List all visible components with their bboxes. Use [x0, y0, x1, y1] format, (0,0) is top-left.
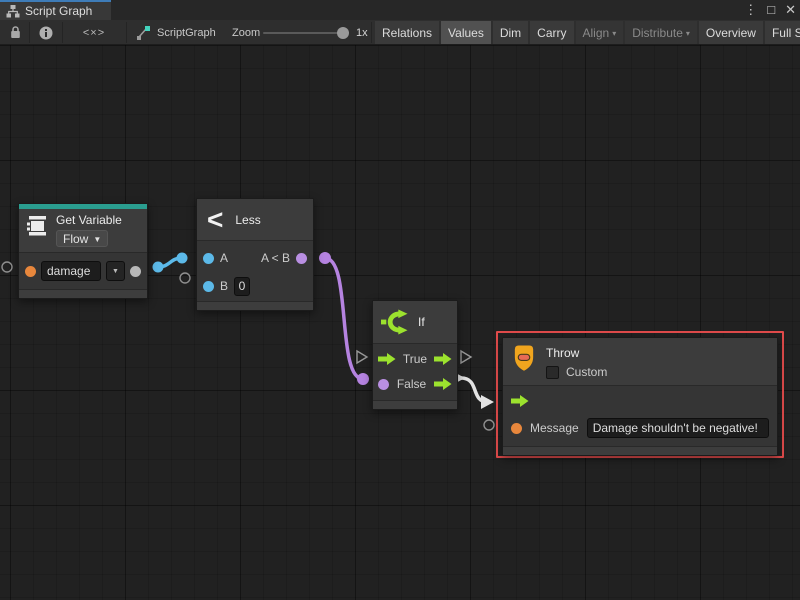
- custom-label: Custom: [566, 365, 607, 379]
- node-title: Less: [235, 213, 260, 227]
- graph-canvas[interactable]: Get Variable Flow ▼ ▼ <: [0, 45, 800, 600]
- node-footer: [19, 289, 147, 298]
- node-less[interactable]: < Less A A < B B 0: [196, 198, 314, 311]
- message-input[interactable]: [587, 418, 769, 438]
- lock-button[interactable]: [2, 20, 28, 45]
- tab-script-graph[interactable]: Script Graph: [0, 0, 111, 20]
- code-icon: <×>: [83, 27, 105, 39]
- relations-button[interactable]: Relations: [375, 21, 439, 44]
- tab-label: Script Graph: [25, 4, 92, 18]
- variable-name-port[interactable]: [25, 266, 36, 277]
- unconnected-port-indicator: [484, 420, 494, 430]
- node-get-variable[interactable]: Get Variable Flow ▼ ▼: [18, 203, 148, 299]
- variable-row: ▼: [19, 253, 147, 289]
- close-icon[interactable]: ✕: [785, 0, 796, 20]
- node-title: If: [418, 315, 425, 329]
- zoom-value: 1x: [356, 20, 368, 45]
- exception-shield-icon: [511, 344, 537, 373]
- carry-button[interactable]: Carry: [530, 21, 573, 44]
- custom-checkbox[interactable]: [546, 366, 559, 379]
- less-than-icon: <: [207, 208, 223, 232]
- script-graph-window: Script Graph ⋮ □ ✕ <×>: [0, 0, 800, 600]
- flow-input-port[interactable]: [511, 395, 529, 407]
- port-row-true: True: [378, 349, 452, 369]
- dim-button[interactable]: Dim: [493, 21, 528, 44]
- flow-input-port[interactable]: [378, 353, 396, 365]
- node-footer: [197, 301, 313, 310]
- port-row-a: A A < B: [203, 247, 307, 269]
- wire-damage-to-a[interactable]: [158, 258, 182, 267]
- selection-outline: Throw Custom Mess: [496, 331, 784, 458]
- graph-name: ScriptGraph: [157, 27, 216, 39]
- chevron-down-icon: ▾: [686, 29, 690, 38]
- dropdown-arrow-icon: ▼: [112, 268, 119, 275]
- zoom-slider-handle[interactable]: [337, 27, 349, 39]
- variable-scope-dropdown[interactable]: Flow ▼: [56, 230, 108, 247]
- message-input-port[interactable]: [511, 423, 522, 434]
- port-row-false: False: [378, 374, 452, 394]
- node-throw[interactable]: Throw Custom Mess: [502, 337, 778, 456]
- branch-icon: [381, 309, 408, 335]
- lock-icon: [10, 26, 21, 39]
- align-button[interactable]: Align ▾: [576, 21, 624, 44]
- window-menu-icon[interactable]: ⋮: [744, 0, 757, 20]
- wire-less-to-if[interactable]: [325, 258, 363, 379]
- node-title: Get Variable: [56, 213, 122, 227]
- values-button[interactable]: Values: [441, 21, 491, 44]
- input-b-value[interactable]: 0: [234, 277, 250, 296]
- distribute-button[interactable]: Distribute ▾: [625, 21, 697, 44]
- variable-value-output-port[interactable]: [130, 266, 141, 277]
- toolbar-toggle-group: Relations Values Dim Carry Align ▾ Distr…: [375, 21, 800, 44]
- zoom-slider[interactable]: [263, 32, 346, 34]
- port-row-flow: [511, 393, 769, 409]
- title-bar: Script Graph ⋮ □ ✕: [0, 0, 800, 20]
- graph-breadcrumb[interactable]: ScriptGraph: [136, 20, 216, 45]
- variable-name-input[interactable]: [41, 261, 101, 281]
- wire-if-to-throw[interactable]: [461, 378, 488, 402]
- node-if[interactable]: If True False: [372, 300, 458, 410]
- comparison-output-label: A < B: [261, 251, 290, 265]
- variable-box-icon: [25, 213, 49, 238]
- input-a-port[interactable]: [203, 253, 214, 264]
- variable-picker-dropdown[interactable]: ▼: [106, 261, 125, 281]
- script-graph-icon: [136, 25, 151, 40]
- message-label: Message: [530, 421, 579, 435]
- node-footer: [373, 400, 457, 409]
- full-screen-button[interactable]: Full Screen: [765, 21, 800, 44]
- maximize-icon[interactable]: □: [767, 0, 775, 20]
- input-b-port[interactable]: [203, 281, 214, 292]
- node-footer: [503, 446, 777, 455]
- inspect-button[interactable]: [31, 20, 61, 45]
- unconnected-flow-indicator: [357, 351, 367, 363]
- edit-source-button[interactable]: <×>: [64, 20, 124, 45]
- overview-button[interactable]: Overview: [699, 21, 763, 44]
- false-output-port[interactable]: [434, 378, 452, 390]
- node-title: Throw: [546, 346, 607, 360]
- zoom-label: Zoom: [232, 20, 260, 45]
- unconnected-flow-indicator: [461, 351, 471, 363]
- unconnected-port-indicator: [180, 273, 190, 283]
- graph-toolbar: <×> ScriptGraph Zoom 1x Relations Values…: [0, 20, 800, 45]
- chevron-down-icon: ▾: [612, 29, 616, 38]
- unconnected-port-indicator: [2, 262, 12, 272]
- info-icon: [39, 26, 53, 40]
- port-row-message: Message: [511, 417, 769, 439]
- comparison-output-port[interactable]: [296, 253, 307, 264]
- true-output-port[interactable]: [434, 353, 452, 365]
- port-row-b: B 0: [203, 275, 307, 297]
- dropdown-arrow-icon: ▼: [93, 235, 101, 244]
- graph-tab-icon: [6, 5, 20, 18]
- condition-input-port[interactable]: [378, 379, 389, 390]
